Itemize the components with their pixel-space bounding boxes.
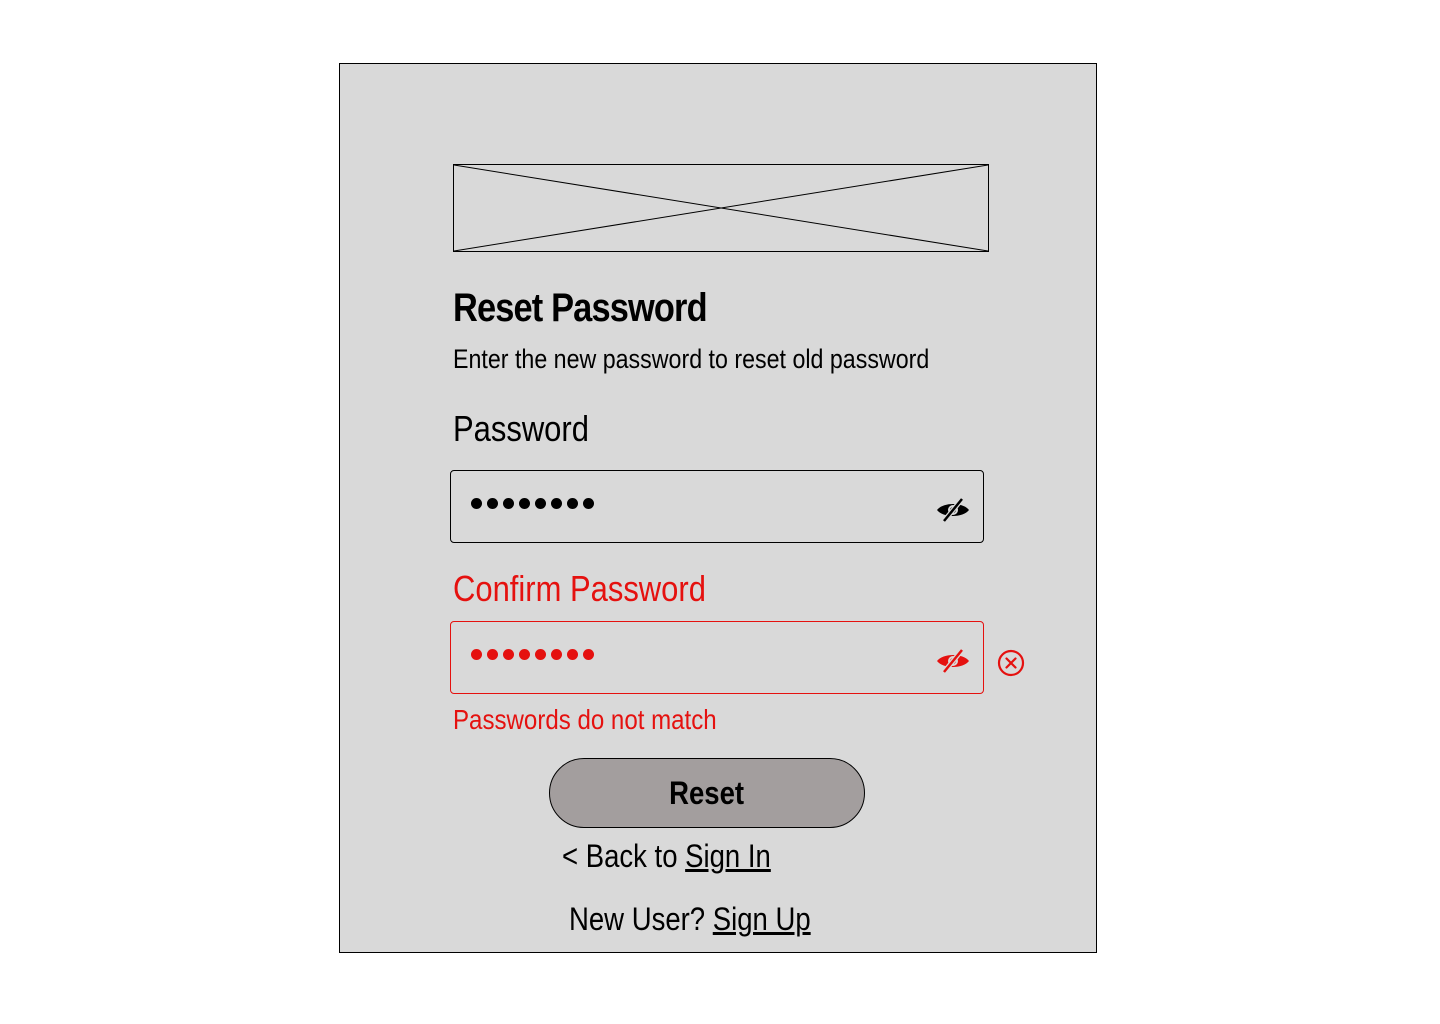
password-mask-dot [487, 498, 498, 509]
sign-up-link[interactable]: Sign Up [713, 901, 811, 937]
circle-x-icon[interactable] [996, 648, 1026, 678]
back-to-sign-in: < Back to Sign In [562, 838, 771, 875]
password-mask-dot [471, 498, 482, 509]
page-title: Reset Password [453, 286, 708, 330]
confirm-password-masked-value [471, 649, 594, 665]
password-mask-dot [535, 498, 546, 509]
password-mask-dot [567, 498, 578, 509]
confirm-password-mask-dot [471, 649, 482, 660]
confirm-password-mask-dot [503, 649, 514, 660]
password-masked-value [471, 498, 594, 514]
confirm-password-mask-dot [583, 649, 594, 660]
password-field[interactable] [450, 470, 984, 543]
reset-button[interactable]: Reset [549, 758, 865, 828]
password-mask-dot [503, 498, 514, 509]
eye-slash-icon[interactable] [935, 648, 971, 674]
confirm-password-mask-dot [487, 649, 498, 660]
confirm-password-mask-dot [535, 649, 546, 660]
back-prefix: < Back to [562, 838, 686, 874]
new-user-prefix: New User? [569, 901, 713, 937]
password-mask-dot [551, 498, 562, 509]
reset-button-label: Reset [669, 774, 745, 811]
confirm-password-mask-dot [551, 649, 562, 660]
logo-image-placeholder [453, 164, 989, 252]
confirm-password-field[interactable] [450, 621, 984, 694]
reset-password-card: Reset Password Enter the new password to… [339, 63, 1097, 953]
new-user-sign-up: New User? Sign Up [569, 901, 811, 938]
password-mismatch-error: Passwords do not match [453, 704, 717, 735]
password-mask-dot [583, 498, 594, 509]
sign-in-link[interactable]: Sign In [685, 838, 771, 874]
confirm-password-mask-dot [519, 649, 530, 660]
password-label: Password [453, 408, 589, 449]
confirm-password-label: Confirm Password [453, 568, 706, 609]
page-subtitle: Enter the new password to reset old pass… [453, 344, 930, 374]
password-mask-dot [519, 498, 530, 509]
confirm-password-mask-dot [567, 649, 578, 660]
eye-slash-icon[interactable] [935, 497, 971, 523]
